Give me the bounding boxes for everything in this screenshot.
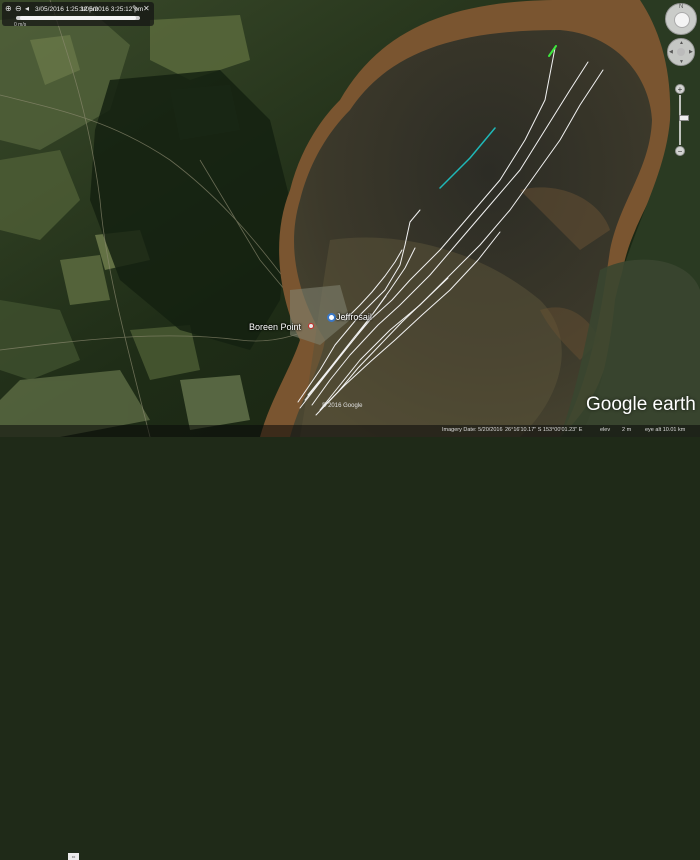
slider-note: 0 m/s: [14, 22, 27, 28]
pan-up-icon[interactable]: ▲: [679, 40, 684, 46]
boat-label[interactable]: Jeffrosail: [336, 312, 372, 322]
zoom-out-button[interactable]: −: [675, 146, 685, 156]
pan-left-icon[interactable]: ◀: [669, 49, 673, 55]
elev-value: 2 m: [622, 427, 632, 433]
status-bar: ▭ Imagery Date: 5/20/2016 26°16'10.17" S…: [0, 425, 700, 860]
hand-icon[interactable]: [677, 48, 685, 56]
boat-marker-icon[interactable]: [327, 313, 336, 322]
zoom-knob[interactable]: [679, 115, 689, 121]
zoom-in-time-icon[interactable]: ⊕: [5, 5, 13, 13]
slider-range[interactable]: [20, 16, 136, 20]
pan-right-icon[interactable]: ▶: [689, 49, 693, 55]
move-control[interactable]: ▲ ▼ ◀ ▶: [667, 38, 695, 66]
zoom-in-button[interactable]: +: [675, 84, 685, 94]
zoom-out-time-icon[interactable]: ⊖: [15, 5, 23, 13]
back-icon[interactable]: ◂: [25, 5, 33, 13]
imagery-date: Imagery Date: 5/20/2016: [442, 427, 503, 433]
elev-label: elev: [600, 427, 611, 433]
pan-down-icon[interactable]: ▼: [679, 59, 684, 65]
time-slider[interactable]: ⊕ ⊖ ◂ ✎ ✕ 3/05/2016 1:25:12 pm 3/05/2016…: [2, 2, 154, 28]
satellite-map[interactable]: [0, 0, 700, 437]
town-label[interactable]: Boreen Point: [249, 322, 301, 332]
slider-track[interactable]: [16, 16, 140, 20]
zoom-slider[interactable]: + −: [675, 84, 689, 156]
north-indicator[interactable]: N: [679, 4, 683, 10]
eye-altitude: eye alt 10.01 km: [645, 427, 686, 433]
scale-badge-icon: ▭: [68, 853, 79, 860]
google-earth-logo: Google earth: [586, 394, 696, 415]
town-marker-icon[interactable]: [308, 323, 314, 329]
coordinates: 26°16'10.17" S 153°00'01.23" E: [505, 427, 583, 433]
look-around-control[interactable]: N: [665, 3, 697, 35]
eye-icon[interactable]: [674, 12, 690, 28]
close-icon[interactable]: ✕: [143, 5, 151, 13]
slider-end-date: 3/05/2016 3:25:12 pm: [80, 6, 144, 13]
zoom-track[interactable]: [679, 95, 689, 145]
copyright-watermark: © 2016 Google: [322, 403, 363, 409]
